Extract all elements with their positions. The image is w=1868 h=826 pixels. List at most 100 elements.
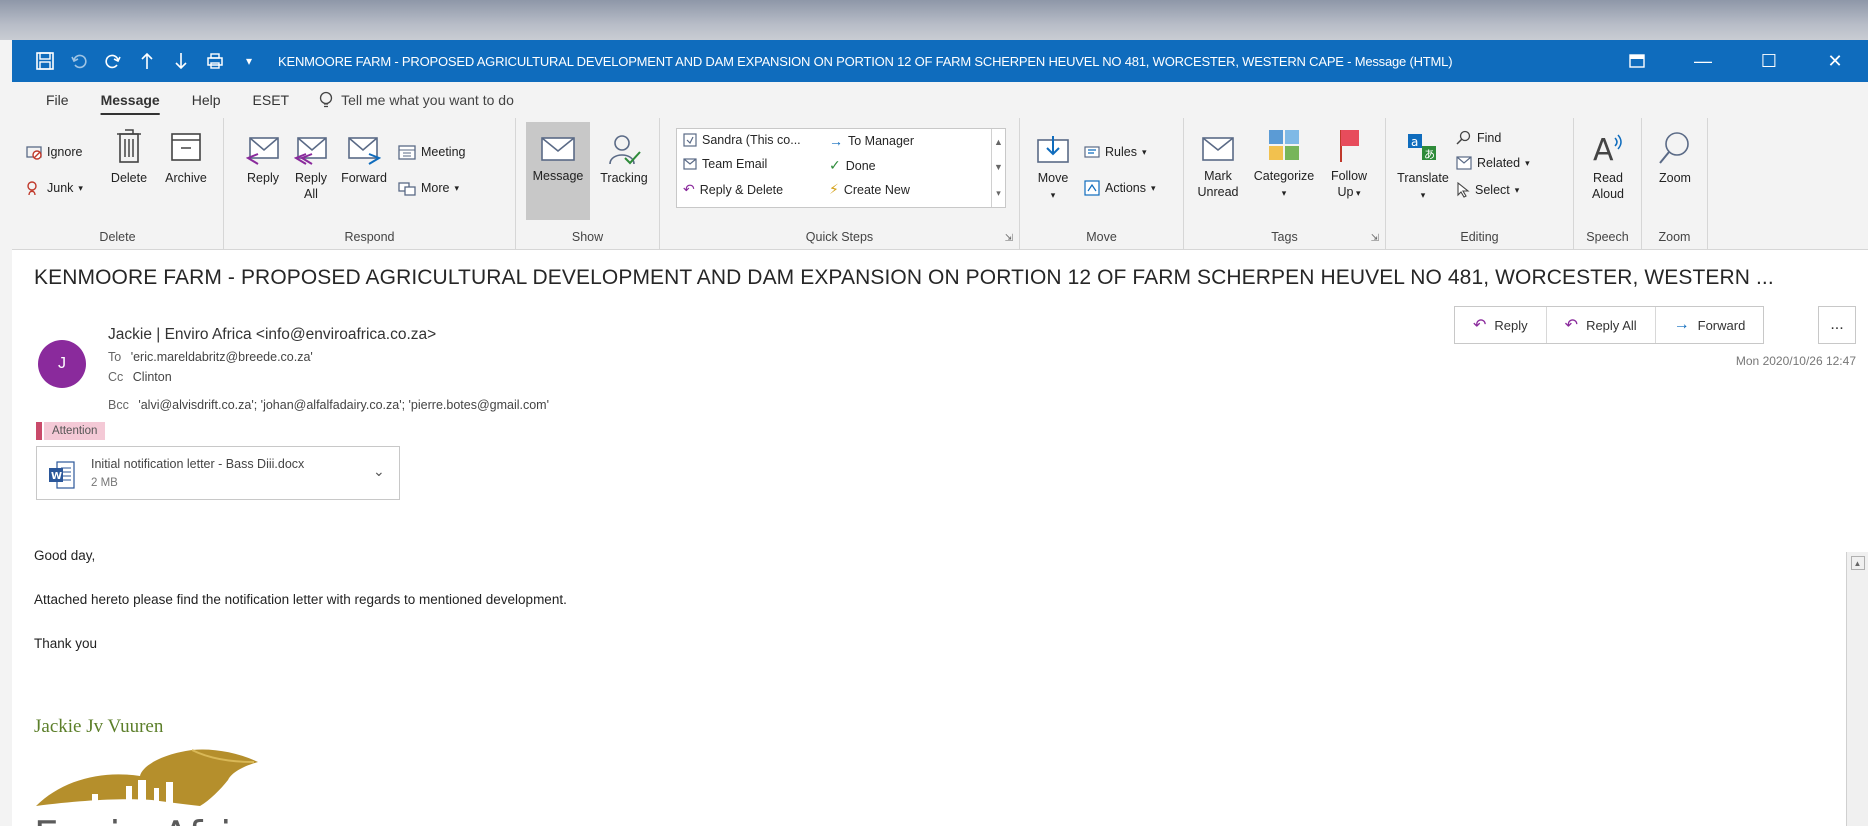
ignore-icon — [26, 146, 42, 160]
speech-group: A Read Aloud Speech — [1574, 118, 1642, 250]
archive-button[interactable]: Archive — [158, 126, 214, 186]
logo-text: EnviroAfrica — [34, 814, 280, 826]
tracking-button[interactable]: Tracking — [594, 134, 654, 186]
quick-step-reply-delete[interactable]: ↶ Reply & Delete — [683, 181, 783, 198]
customize-toolbar-icon[interactable]: ▾ — [236, 48, 262, 74]
reply-button[interactable]: Reply — [242, 134, 284, 186]
categorize-button[interactable]: Categorize ▾ — [1246, 126, 1322, 201]
quick-steps-label: Quick Steps — [805, 230, 874, 244]
tags-launcher-icon[interactable]: ⇲ — [1371, 233, 1379, 244]
tracking-icon — [609, 135, 641, 165]
create-new-icon: ⚡ — [829, 181, 839, 197]
reading-pane-scrollbar[interactable]: ▲ — [1846, 552, 1868, 826]
tab-file[interactable]: File — [30, 82, 85, 118]
tab-message[interactable]: Message — [85, 82, 176, 118]
meeting-button[interactable]: Meeting — [398, 144, 465, 160]
find-button[interactable]: Find — [1456, 130, 1501, 146]
reply-all-button[interactable]: Reply All — [290, 134, 332, 202]
redo-icon[interactable] — [100, 48, 126, 74]
lightbulb-icon — [319, 91, 333, 108]
actions-icon — [1084, 180, 1100, 196]
forward-arrow-icon: → — [1673, 316, 1690, 333]
to-recipients[interactable]: 'eric.mareldabritz@breede.co.za' — [131, 350, 313, 364]
svg-text:a: a — [1411, 135, 1418, 149]
print-icon[interactable] — [202, 48, 228, 74]
reply-all-icon — [294, 137, 327, 165]
forward-button[interactable]: Forward — [338, 134, 390, 186]
reply-action-button[interactable]: ↶ Reply — [1455, 307, 1547, 343]
move-button[interactable]: Move ▾ — [1030, 134, 1076, 203]
close-icon[interactable]: ✕ — [1802, 40, 1868, 82]
body-closing: Thank you — [34, 636, 98, 651]
received-date: Mon 2020/10/26 12:47 — [1735, 354, 1856, 368]
trash-icon — [117, 129, 141, 163]
rules-button[interactable]: Rules ▾ — [1084, 144, 1147, 160]
quick-step-create-new[interactable]: ⚡ Create New — [829, 181, 910, 198]
to-manager-icon: → — [829, 133, 843, 149]
more-actions-button[interactable]: ... — [1818, 306, 1856, 344]
cc-recipients[interactable]: Clinton — [133, 370, 172, 384]
maximize-icon[interactable]: ☐ — [1736, 40, 1802, 82]
category-tag[interactable]: Attention — [36, 422, 106, 440]
scroll-up-arrow-icon[interactable]: ▲ — [1850, 556, 1865, 570]
avatar-initial: J — [58, 355, 66, 372]
bcc-recipients[interactable]: 'alvi@alvisdrift.co.za'; 'johan@alfalfad… — [138, 398, 549, 412]
done-check-icon: ✓ — [829, 157, 841, 173]
quick-steps-gallery: Sandra (This co... Team Email ↶ Reply & … — [676, 128, 1006, 208]
related-dropdown-icon: ▾ — [1525, 157, 1530, 168]
categorize-dropdown-icon: ▾ — [1281, 188, 1287, 198]
quick-step-sandra[interactable]: Sandra (This co... — [683, 133, 801, 147]
team-email-icon — [683, 158, 697, 170]
zoom-group: Zoom Zoom — [1642, 118, 1708, 250]
junk-icon — [27, 181, 37, 196]
find-icon — [1456, 130, 1471, 145]
read-aloud-button[interactable]: A Read Aloud — [1582, 130, 1634, 202]
ribbon-display-options-icon[interactable] — [1604, 40, 1670, 82]
more-respond-button[interactable]: More ▾ — [398, 180, 459, 196]
tab-eset[interactable]: ESET — [237, 82, 306, 118]
reply-all-action-button[interactable]: ↶ Reply All — [1547, 307, 1656, 343]
tell-me-text: Tell me what you want to do — [341, 92, 514, 108]
tags-group-label: Tags — [1271, 230, 1298, 244]
calendar-icon — [398, 145, 416, 160]
sender[interactable]: Jackie | Enviro Africa <info@enviroafric… — [108, 326, 436, 344]
save-icon[interactable] — [32, 48, 58, 74]
categorize-icon — [1269, 130, 1299, 160]
scroll-down-icon[interactable]: ▼ — [994, 162, 1003, 172]
undo-icon[interactable] — [66, 48, 92, 74]
quick-step-calendar-icon — [683, 133, 697, 147]
tell-me-search[interactable]: Tell me what you want to do — [319, 91, 514, 109]
attachment-card[interactable]: W Initial notification letter - Bass Dii… — [36, 446, 400, 500]
forward-action-button[interactable]: → Forward — [1656, 307, 1764, 343]
more-quick-steps-icon[interactable]: ▾ — [996, 188, 1001, 199]
follow-up-button[interactable]: Follow Up ▾ — [1324, 126, 1374, 201]
related-button[interactable]: Related ▾ — [1456, 156, 1530, 170]
reply-arrow-icon: ↶ — [1473, 317, 1487, 334]
actions-button[interactable]: Actions ▾ — [1084, 180, 1156, 196]
show-message-button[interactable]: Message — [526, 122, 590, 220]
quick-steps-launcher-icon[interactable]: ⇲ — [1005, 233, 1013, 244]
select-button[interactable]: Select ▾ — [1456, 182, 1519, 198]
zoom-icon — [1659, 132, 1689, 164]
ignore-button[interactable]: Ignore — [26, 144, 82, 160]
attachment-options-chevron-down-icon[interactable]: ⌄ — [373, 463, 385, 480]
scroll-up-icon[interactable]: ▲ — [994, 137, 1003, 147]
quick-step-to-manager[interactable]: → To Manager — [829, 133, 914, 149]
quick-access-toolbar: ▾ — [12, 48, 262, 74]
next-item-icon[interactable] — [168, 48, 194, 74]
tab-help[interactable]: Help — [176, 82, 237, 118]
flag-icon — [1340, 130, 1359, 162]
junk-button[interactable]: Junk ▾ — [26, 180, 83, 196]
category-label: Attention — [44, 422, 106, 440]
word-document-icon: W — [49, 461, 75, 489]
minimize-icon[interactable]: — — [1670, 40, 1736, 82]
mark-unread-icon — [1202, 137, 1234, 161]
quick-steps-scroll[interactable]: ▲ ▼ ▾ — [991, 129, 1005, 207]
delete-button[interactable]: Delete — [104, 126, 154, 186]
translate-button[interactable]: aあ Translate ▾ — [1394, 130, 1452, 203]
previous-item-icon[interactable] — [134, 48, 160, 74]
mark-unread-button[interactable]: Mark Unread — [1194, 134, 1242, 200]
quick-step-done[interactable]: ✓ Done — [829, 157, 876, 174]
zoom-button[interactable]: Zoom — [1650, 130, 1700, 186]
quick-step-team-email[interactable]: Team Email — [683, 157, 767, 171]
